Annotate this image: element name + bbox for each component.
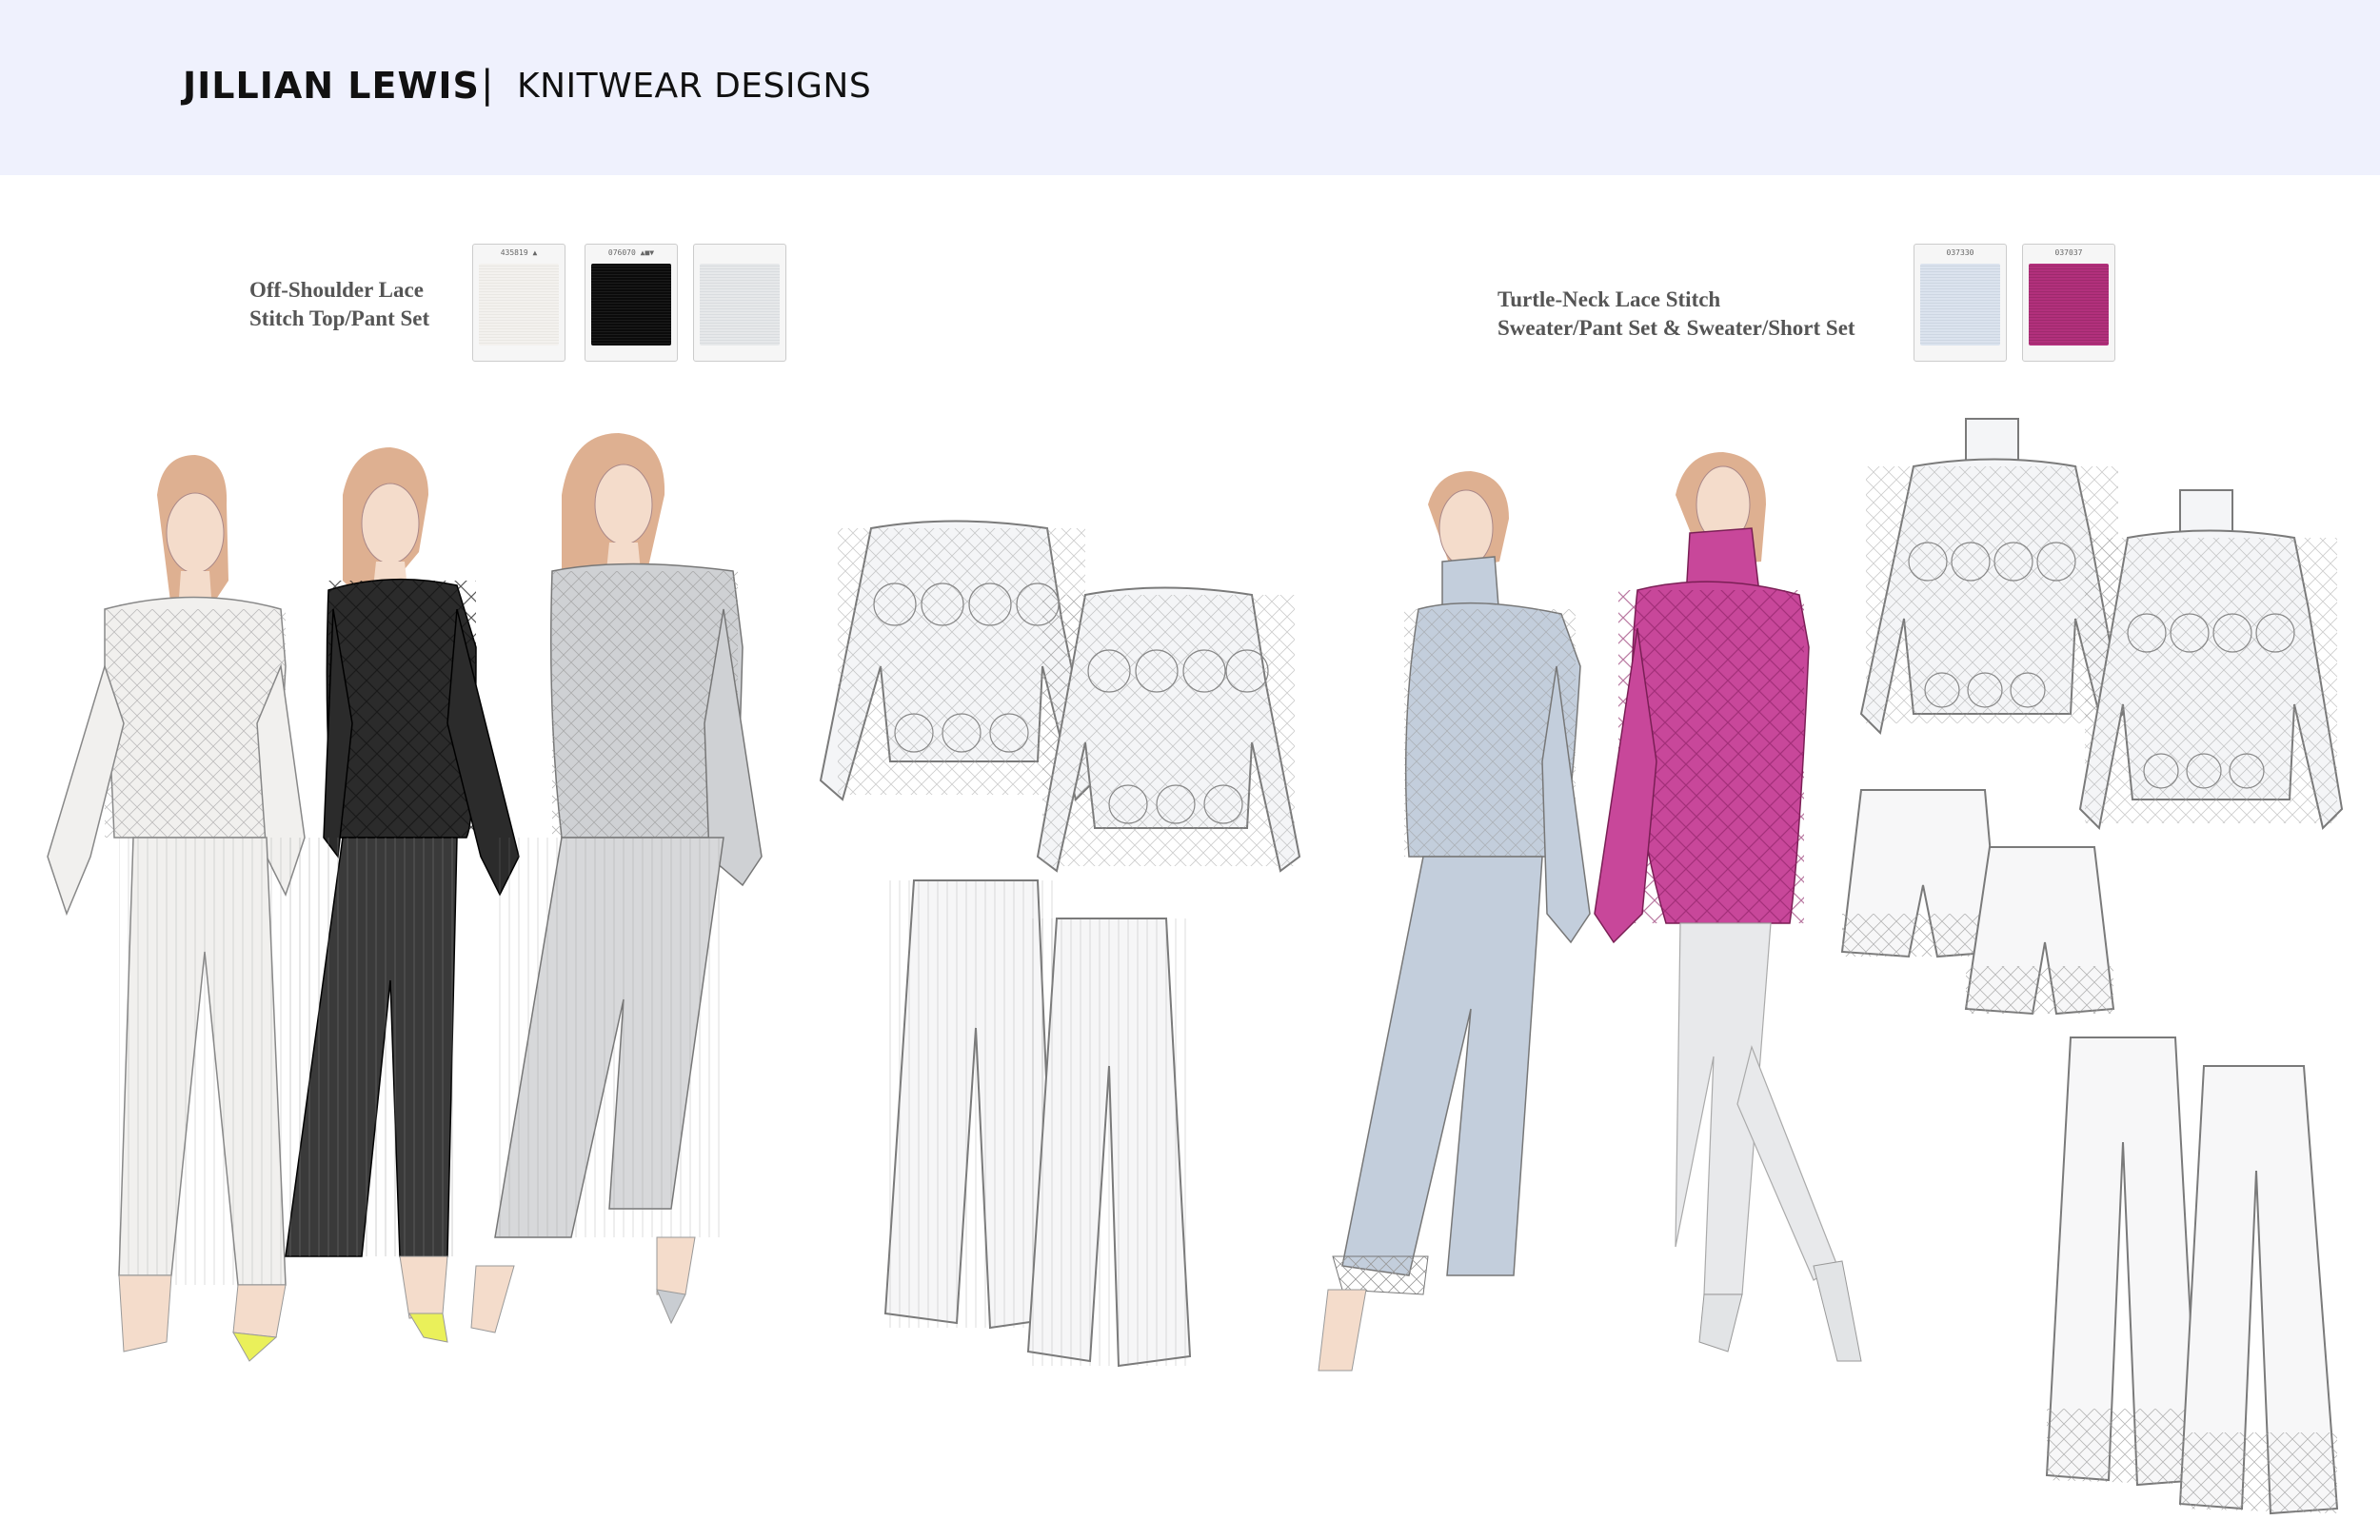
figure-grey-outfit xyxy=(470,433,763,1333)
neck xyxy=(179,571,211,598)
figure-white-outfit xyxy=(47,455,306,1362)
flat-shorts-2 xyxy=(1964,846,2115,1016)
flat-turtleneck-sweater-2 xyxy=(2078,489,2344,831)
flat-pant-2 xyxy=(1026,918,1192,1368)
flat-wide-pant-2 xyxy=(2178,1065,2339,1515)
figure-pink-outfit xyxy=(1594,452,1862,1362)
shoe-grey xyxy=(656,1289,686,1325)
face xyxy=(594,464,653,545)
flat-shorts-1 xyxy=(1840,789,2001,958)
flat-off-shoulder-top-2 xyxy=(1036,586,1301,873)
figure-blue-outfit xyxy=(1318,471,1591,1372)
illustration-canvas xyxy=(47,418,2344,1515)
face xyxy=(361,483,420,564)
face xyxy=(166,492,225,574)
shoe-yellow xyxy=(232,1332,278,1362)
flat-wide-pant-1 xyxy=(2045,1037,2201,1487)
figure-black-outfit xyxy=(285,447,520,1343)
face xyxy=(1438,489,1494,567)
pants xyxy=(1341,856,1543,1276)
shoe-yellow xyxy=(408,1313,448,1343)
flat-turtleneck-sweater-1 xyxy=(1859,418,2125,736)
